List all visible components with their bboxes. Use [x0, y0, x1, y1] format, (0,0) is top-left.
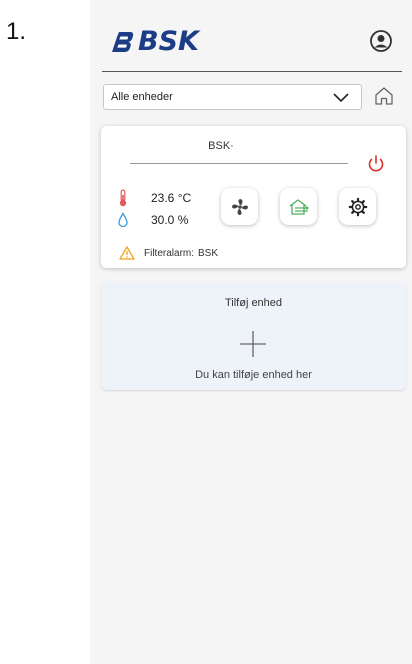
home-icon[interactable] — [373, 85, 395, 107]
ventilation-button[interactable] — [280, 188, 317, 225]
device-name: BSK· — [208, 140, 234, 152]
add-device-hint: Du kan tilføje enhed her — [195, 369, 312, 381]
power-icon[interactable] — [365, 153, 387, 175]
logo-text: BSK — [138, 26, 199, 57]
app-screen: BSK Alle enheder BSK· 23.6 °C 30.0 % Fil… — [90, 0, 412, 664]
water-drop-icon — [118, 212, 128, 228]
add-device-card[interactable]: Tilføj enhed Du kan tilføje enhed her — [101, 282, 406, 390]
logo-mark-icon — [112, 31, 134, 52]
add-device-title: Tilføj enhed — [224, 297, 283, 309]
device-card[interactable]: BSK· 23.6 °C 30.0 % Filteralarm: BSK — [101, 126, 406, 268]
step-number: 1. — [6, 18, 27, 45]
temperature-reading: 23.6 °C — [118, 189, 191, 207]
header-divider — [102, 71, 402, 72]
filter-alarm-device: BSK — [198, 247, 219, 259]
device-select-dropdown[interactable]: Alle enheder — [103, 84, 362, 110]
chevron-down-icon — [333, 93, 349, 103]
thermometer-icon — [119, 189, 127, 207]
bsk-logo[interactable]: BSK — [110, 28, 199, 55]
warning-icon — [119, 246, 135, 260]
filter-alarm: Filteralarm: BSK — [119, 246, 218, 260]
plus-icon[interactable] — [238, 329, 268, 359]
house-ventilation-icon — [289, 198, 309, 215]
humidity-value: 30.0 % — [151, 213, 189, 227]
fan-button[interactable] — [221, 188, 258, 225]
app-header: BSK — [90, 0, 412, 72]
device-select-value: Alle enheder — [111, 91, 173, 103]
fan-icon — [231, 198, 248, 215]
filter-alarm-label: Filteralarm: — [144, 247, 195, 259]
humidity-reading: 30.0 % — [118, 212, 188, 228]
settings-button[interactable] — [339, 188, 376, 225]
gear-icon — [348, 197, 367, 216]
device-card-divider — [130, 163, 348, 164]
account-icon[interactable] — [369, 29, 393, 53]
temperature-value: 23.6 °C — [151, 191, 192, 205]
